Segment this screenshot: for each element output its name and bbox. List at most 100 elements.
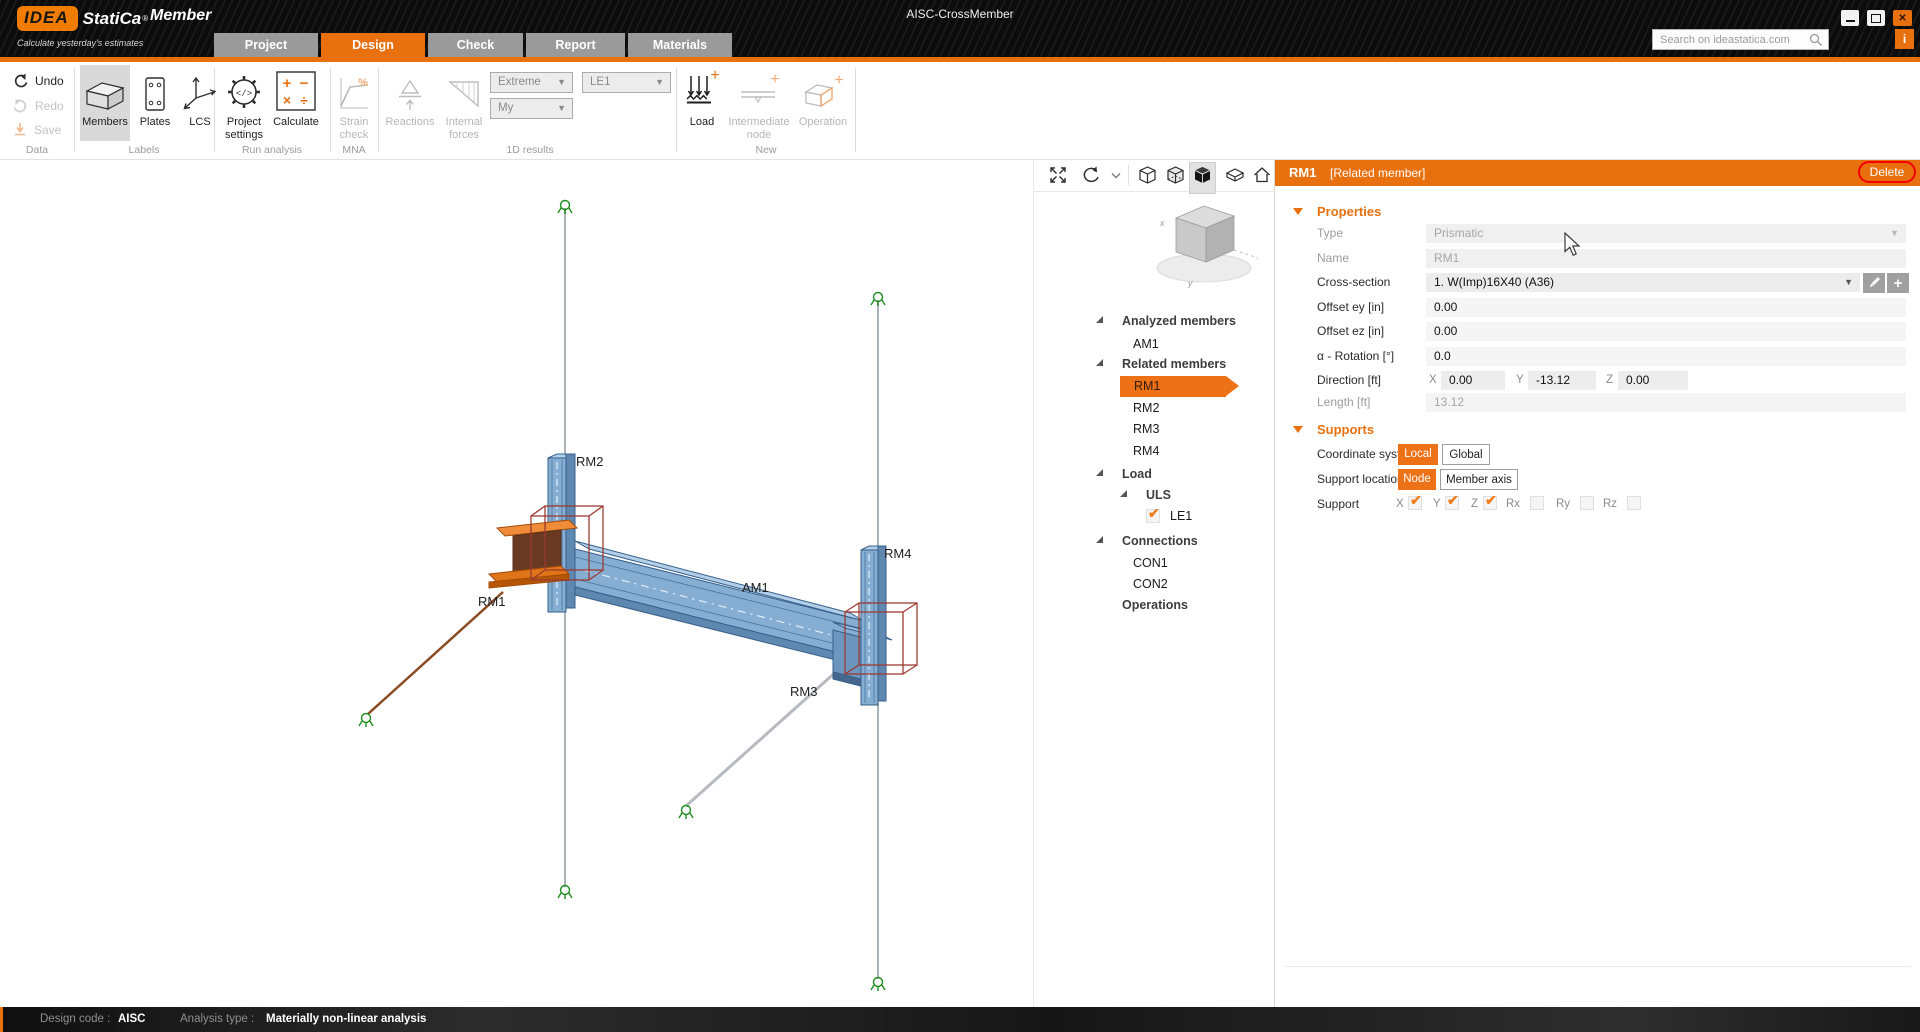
home-view-button[interactable] <box>1252 165 1272 190</box>
plates-button[interactable]: Plates <box>132 65 178 129</box>
collapse-triangle-icon[interactable] <box>1293 208 1303 215</box>
info-button[interactable]: i <box>1895 29 1914 49</box>
offset-ey-field[interactable]: 0.00 <box>1426 298 1906 317</box>
tree-expander-icon[interactable] <box>1096 469 1103 476</box>
direction-x-field[interactable]: 0.00 <box>1441 371 1505 390</box>
tree-item-con2[interactable]: CON2 <box>1133 575 1168 593</box>
rotate-view-button[interactable] <box>1080 165 1102 190</box>
name-field[interactable]: RM1 <box>1426 249 1906 268</box>
ribbon-separator <box>676 68 677 152</box>
label-rm1: RM1 <box>478 594 505 609</box>
collapse-triangle-icon[interactable] <box>1293 426 1303 433</box>
wireframe-view-button[interactable] <box>1137 165 1158 191</box>
member-rm4-column[interactable] <box>861 546 886 705</box>
members-button[interactable]: Members <box>80 65 130 141</box>
tree-section-related-members[interactable]: Related members <box>1122 355 1226 373</box>
tab-report[interactable]: Report <box>526 33 625 57</box>
tree-item-le1[interactable]: LE1 <box>1170 507 1192 525</box>
maximize-button[interactable] <box>1867 10 1885 26</box>
hidden-line-view-button[interactable] <box>1165 165 1186 191</box>
coordinate-local-button[interactable]: Local <box>1398 444 1438 465</box>
lcs-axes-icon <box>181 74 219 112</box>
dof-x-label: X <box>1396 498 1404 510</box>
tree-expander-icon[interactable] <box>1096 359 1103 366</box>
tree-section-uls[interactable]: ULS <box>1146 486 1171 504</box>
tree-item-rm1-selected[interactable]: RM1 <box>1120 376 1226 397</box>
load-button[interactable]: + Load <box>680 65 724 129</box>
zoom-fit-button[interactable] <box>1048 165 1068 190</box>
operation-button[interactable]: + Operation <box>794 65 852 129</box>
type-dropdown[interactable]: Prismatic▼ <box>1426 224 1906 243</box>
tab-project[interactable]: Project <box>214 33 318 57</box>
intermediate-node-button[interactable]: + Intermediate node <box>726 65 792 142</box>
dof-rz-checkbox[interactable] <box>1627 496 1641 510</box>
direction-z-field[interactable]: 0.00 <box>1618 371 1688 390</box>
check-icon: ✔ <box>1410 492 1422 509</box>
location-node-button[interactable]: Node <box>1398 469 1436 490</box>
delete-button[interactable]: Delete <box>1870 165 1905 179</box>
dof-x-checkbox[interactable]: ✔ <box>1408 496 1422 510</box>
3d-viewport[interactable]: RM2 RM1 AM1 RM4 RM3 <box>0 160 1033 1007</box>
supports-heading[interactable]: Supports <box>1317 422 1374 437</box>
member-rm1-line[interactable] <box>368 592 503 714</box>
section-view-button[interactable] <box>1224 165 1246 190</box>
dof-y-checkbox[interactable]: ✔ <box>1445 496 1459 510</box>
properties-heading[interactable]: Properties <box>1317 204 1381 219</box>
tree-section-operations[interactable]: Operations <box>1122 596 1188 614</box>
member-am1-beam[interactable] <box>575 541 864 667</box>
tree-item-am1[interactable]: AM1 <box>1133 335 1159 353</box>
tree-expander-icon[interactable] <box>1120 490 1127 497</box>
tree-section-load[interactable]: Load <box>1122 465 1152 483</box>
tree-section-analyzed-members[interactable]: Analyzed members <box>1122 312 1236 330</box>
project-settings-button[interactable]: </> Project settings <box>221 65 267 142</box>
coordinate-global-button[interactable]: Global <box>1442 444 1490 465</box>
strain-check-button[interactable]: % Strain check <box>333 65 375 142</box>
minimize-button[interactable] <box>1841 10 1859 26</box>
tab-design[interactable]: Design <box>321 33 425 57</box>
dof-ry-checkbox[interactable] <box>1580 496 1594 510</box>
calculate-button[interactable]: + − × ÷ Calculate <box>269 65 323 129</box>
rotate-options-chevron[interactable] <box>1110 168 1122 186</box>
location-member-axis-button[interactable]: Member axis <box>1440 469 1518 490</box>
edit-cross-section-button[interactable] <box>1863 273 1885 293</box>
rotation-label: α - Rotation [°] <box>1317 349 1394 363</box>
cross-section-dropdown[interactable]: 1. W(Imp)16X40 (A36)▼ <box>1426 273 1860 292</box>
tree-section-connections[interactable]: Connections <box>1122 532 1198 550</box>
my-dropdown[interactable]: My▼ <box>490 98 573 119</box>
lcs-button[interactable]: LCS <box>180 65 220 129</box>
offset-ez-field[interactable]: 0.00 <box>1426 322 1906 341</box>
direction-z-label: Z <box>1606 374 1613 386</box>
add-cross-section-button[interactable]: + <box>1887 273 1909 293</box>
rotation-field[interactable]: 0.0 <box>1426 347 1906 366</box>
load-effect-dropdown[interactable]: LE1▼ <box>582 72 671 93</box>
internal-forces-button[interactable]: Internal forces <box>440 65 488 142</box>
direction-y-field[interactable]: -13.12 <box>1528 371 1596 390</box>
extreme-dropdown[interactable]: Extreme▼ <box>490 72 573 93</box>
dof-rx-checkbox[interactable] <box>1530 496 1544 510</box>
chevron-down-icon: ▼ <box>655 73 664 92</box>
tree-expander-icon[interactable] <box>1096 316 1103 323</box>
save-button[interactable]: Save <box>12 122 61 137</box>
tree-item-rm4[interactable]: RM4 <box>1133 442 1159 460</box>
tree-item-rm2[interactable]: RM2 <box>1133 399 1159 417</box>
search-input[interactable]: Search on ideastatica.com <box>1652 29 1829 50</box>
design-code-label: Design code : <box>40 1013 110 1025</box>
tree-item-con1[interactable]: CON1 <box>1133 554 1168 572</box>
tree-item-rm3[interactable]: RM3 <box>1133 420 1159 438</box>
direction-label: Direction [ft] <box>1317 373 1381 387</box>
tree-expander-icon[interactable] <box>1096 536 1103 543</box>
tab-materials[interactable]: Materials <box>628 33 732 57</box>
tree-checkbox-le1[interactable]: ✔ <box>1146 509 1160 523</box>
support-label: Support <box>1317 497 1359 511</box>
dof-rz-label: Rz <box>1603 498 1617 510</box>
offset-ey-label: Offset ey [in] <box>1317 300 1384 314</box>
solid-view-button[interactable] <box>1189 162 1216 194</box>
tab-check[interactable]: Check <box>428 33 523 57</box>
dof-z-checkbox[interactable]: ✔ <box>1483 496 1497 510</box>
navigation-cube[interactable]: x y <box>1144 196 1266 292</box>
dof-rx-label: Rx <box>1506 498 1520 510</box>
undo-button[interactable]: Undo <box>12 73 64 88</box>
redo-button[interactable]: Redo <box>12 98 64 113</box>
reactions-button[interactable]: Reactions <box>382 65 438 129</box>
close-button[interactable]: ✕ <box>1893 10 1912 26</box>
